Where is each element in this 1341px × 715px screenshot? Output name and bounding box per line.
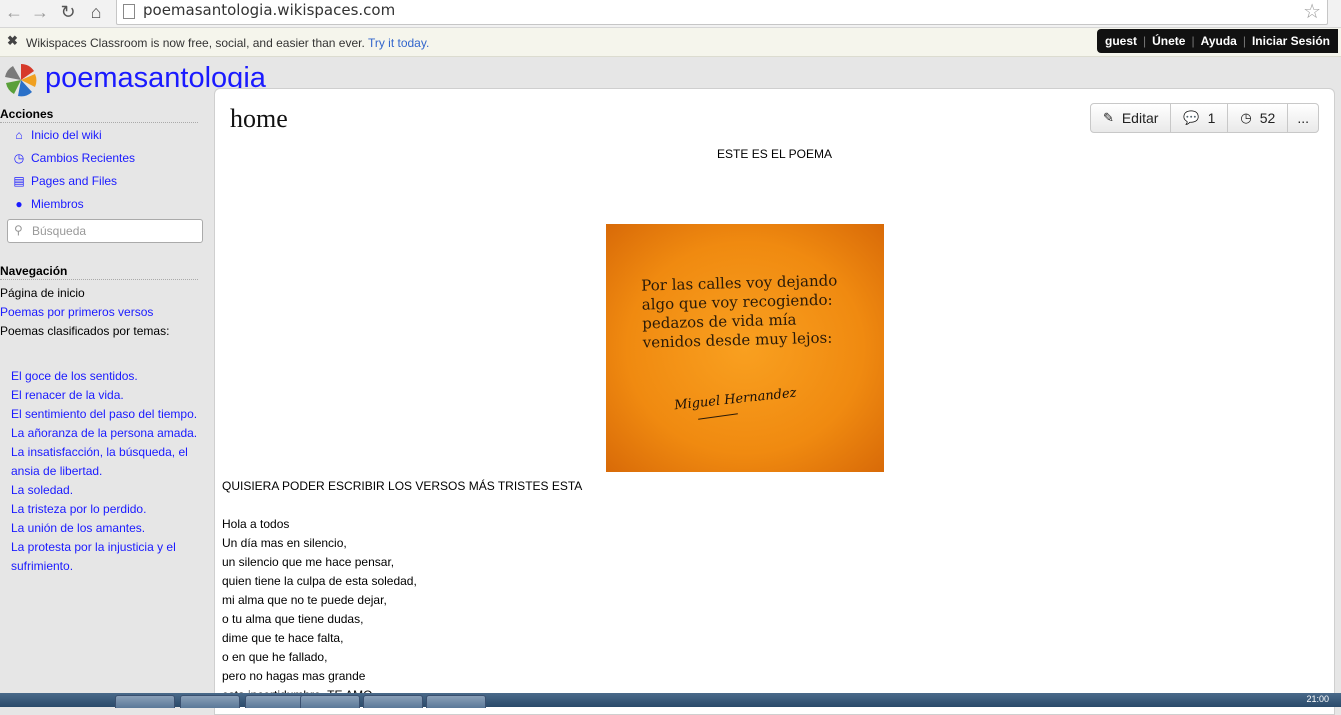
taskbar-app-icon[interactable] — [426, 695, 486, 708]
browser-toolbar: ← → ↻ ⌂ poemasantologia.wikispaces.com ☆ — [0, 0, 1341, 28]
poem-line: o tu alma que tiene dudas, — [222, 612, 364, 626]
clock-icon: ◷ — [1240, 110, 1252, 125]
taskbar-app-icon[interactable] — [180, 695, 240, 708]
topic-link[interactable]: La unión de los amantes. — [0, 519, 216, 538]
document-icon: ▤ — [13, 173, 25, 188]
address-bar[interactable]: poemasantologia.wikispaces.com ☆ — [116, 0, 1328, 25]
login-link[interactable]: Iniciar Sesión — [1252, 34, 1330, 48]
topic-link[interactable]: La protesta por la injusticia y el sufri… — [0, 538, 216, 576]
sidebar-item-members[interactable]: ● Miembros — [0, 192, 214, 215]
sidebar-item-label: Cambios Recientes — [31, 150, 136, 165]
topic-link[interactable]: El renacer de la vida. — [0, 386, 216, 405]
sidebar-item-label: Inicio del wiki — [31, 127, 102, 142]
taskbar-app-icon[interactable] — [300, 695, 360, 708]
url-text: poemasantologia.wikispaces.com — [143, 1, 396, 19]
navigation-heading: Navegación — [0, 261, 198, 280]
taskbar-app-browser-icon[interactable] — [115, 695, 175, 708]
poem-line: quien tiene la culpa de esta soledad, — [222, 574, 417, 588]
search-input[interactable]: ⚲ Búsqueda — [7, 219, 203, 243]
notice-text: Wikispaces Classroom is now free, social… — [26, 36, 430, 50]
sidebar-item-label: Miembros — [31, 196, 84, 211]
taskbar: 21:00 — [0, 693, 1341, 708]
comments-icon: 💬 — [1183, 110, 1200, 125]
topic-link[interactable]: La añoranza de la persona amada. — [0, 424, 216, 443]
actions-heading: Acciones — [0, 104, 198, 123]
main-content: home ✎ Editar 💬 1 ◷ 52 ... ESTE ES EL PO… — [214, 88, 1335, 715]
home-icon: ⌂ — [15, 127, 23, 142]
poem-line: o en que he fallado, — [222, 650, 328, 664]
nav-by-theme-label: Poemas clasificados por temas: — [0, 324, 170, 338]
nav-home-link[interactable]: Página de inicio — [0, 284, 214, 303]
topic-link[interactable]: La insatisfacción, la búsqueda, el ansia… — [0, 443, 216, 481]
page-actions: ✎ Editar 💬 1 ◷ 52 ... — [1089, 103, 1319, 133]
poem-line: mi alma que no te puede dejar, — [222, 593, 387, 607]
close-icon[interactable]: ✖ — [7, 33, 18, 49]
sidebar-item-label: Pages and Files — [31, 173, 118, 188]
poem-line: Hola a todos — [222, 517, 290, 531]
topic-link[interactable]: El goce de los sentidos. — [0, 367, 216, 386]
topic-link[interactable]: La tristeza por lo perdido. — [0, 500, 216, 519]
poem-heading: ESTE ES EL POEMA — [717, 147, 832, 161]
user-icon: ● — [15, 196, 23, 211]
poem-image: Por las calles voy dejando algo que voy … — [606, 224, 884, 472]
poster-line: venidos desde muy lejos: — [642, 328, 833, 352]
clock-icon: ◷ — [13, 150, 25, 165]
search-placeholder: Búsqueda — [32, 224, 87, 238]
guest-label: guest — [1105, 34, 1138, 48]
home-icon[interactable]: ⌂ — [86, 2, 106, 22]
sidebar-item-recent-changes[interactable]: ◷ Cambios Recientes — [0, 146, 214, 169]
star-icon[interactable]: ☆ — [1303, 0, 1321, 24]
comments-count: 1 — [1207, 110, 1216, 126]
user-bar: guest | Únete | Ayuda | Iniciar Sesión — [1097, 29, 1338, 53]
edit-button[interactable]: ✎ Editar — [1091, 104, 1172, 132]
comments-button[interactable]: 💬 1 — [1171, 104, 1229, 132]
poster-signature: Miguel Hernandez — [673, 385, 798, 414]
history-count: 52 — [1259, 110, 1276, 126]
poem-line: pero no hagas mas grande — [222, 669, 366, 683]
poem-line: dime que te hace falta, — [222, 631, 344, 645]
topic-link[interactable]: La soledad. — [0, 481, 216, 500]
page-title: home — [230, 104, 288, 133]
more-button[interactable]: ... — [1288, 104, 1318, 132]
reload-icon[interactable]: ↻ — [58, 2, 78, 22]
history-button[interactable]: ◷ 52 — [1228, 104, 1289, 132]
pencil-icon: ✎ — [1102, 110, 1114, 125]
signature-underline — [698, 413, 738, 420]
sidebar-item-pages-files[interactable]: ▤ Pages and Files — [0, 169, 214, 192]
poem-line: Un día mas en silencio, — [222, 536, 347, 550]
wikispaces-logo-icon[interactable] — [4, 63, 38, 97]
poem-line: un silencio que me hace pensar, — [222, 555, 395, 569]
page-icon — [123, 4, 135, 19]
poster-text: Por las calles voy dejando algo que voy … — [641, 271, 839, 352]
nav-first-verses-link[interactable]: Poemas por primeros versos — [0, 303, 214, 322]
search-icon: ⚲ — [14, 223, 23, 237]
help-link[interactable]: Ayuda — [1201, 34, 1237, 48]
edit-label: Editar — [1121, 110, 1159, 126]
join-link[interactable]: Únete — [1152, 34, 1185, 48]
taskbar-app-icon[interactable] — [363, 695, 423, 708]
more-label: ... — [1297, 110, 1309, 126]
poem-subheading: QUISIERA PODER ESCRIBIR LOS VERSOS MÁS T… — [222, 479, 583, 493]
taskbar-clock: 21:00 — [1306, 694, 1329, 704]
try-it-link[interactable]: Try it today. — [368, 36, 429, 50]
back-arrow-icon[interactable]: ← — [4, 2, 24, 22]
topic-link[interactable]: El sentimiento del paso del tiempo. — [0, 405, 216, 424]
sidebar-item-wiki-home[interactable]: ⌂ Inicio del wiki — [0, 123, 214, 146]
taskbar-app-icon[interactable] — [245, 695, 305, 708]
sidebar: Acciones ⌂ Inicio del wiki ◷ Cambios Rec… — [0, 104, 214, 576]
forward-arrow-icon[interactable]: → — [30, 2, 50, 22]
poem-body: Hola a todos Un día mas en silencio, un … — [222, 515, 417, 705]
